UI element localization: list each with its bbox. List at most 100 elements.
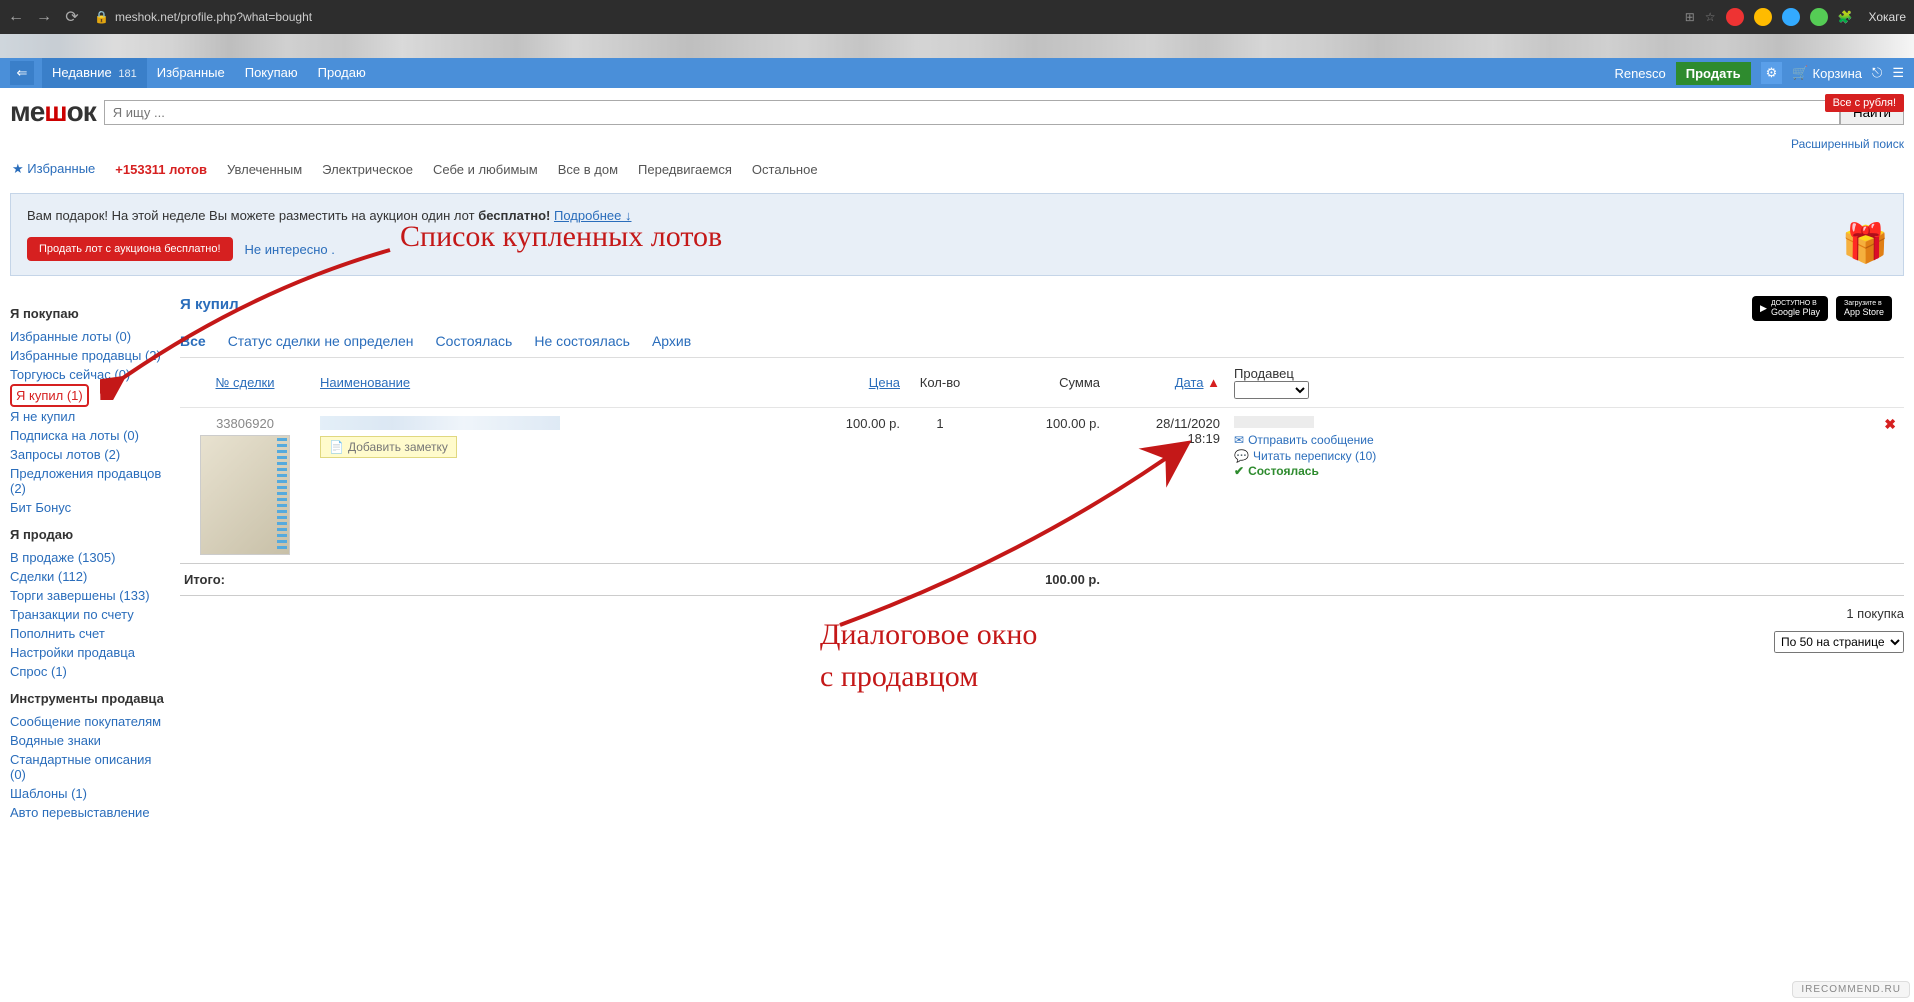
- sidebar-item-bidding[interactable]: Торгуюсь сейчас (0): [10, 365, 168, 384]
- ext-icon-2[interactable]: [1754, 8, 1772, 26]
- sidebar-sell-header: Я продаю: [10, 527, 168, 542]
- sidebar-item-not-bought[interactable]: Я не купил: [10, 407, 168, 426]
- seller-filter[interactable]: [1234, 381, 1309, 399]
- deal-number: 33806920: [216, 416, 274, 431]
- sidebar-item-msg-buyers[interactable]: Сообщение покупателям: [10, 712, 168, 731]
- lock-icon: 🔒: [94, 10, 109, 24]
- sidebar-item-bonus[interactable]: Бит Бонус: [10, 498, 168, 517]
- url-text: meshok.net/profile.php?what=bought: [115, 10, 312, 24]
- ext-icon-4[interactable]: [1810, 8, 1828, 26]
- sidebar-item-ended[interactable]: Торги завершены (133): [10, 586, 168, 605]
- logout-icon[interactable]: ⎋: [1872, 65, 1882, 81]
- forward-icon[interactable]: →: [36, 9, 52, 25]
- tab-buying[interactable]: Покупаю: [235, 58, 308, 88]
- cat-link[interactable]: Передвигаемся: [638, 162, 732, 177]
- sidebar-item-fav-sellers[interactable]: Избранные продавцы (2): [10, 346, 168, 365]
- topbar-back[interactable]: ⇐: [10, 61, 34, 85]
- sidebar-item-onsale[interactable]: В продаже (1305): [10, 548, 168, 567]
- fav-star[interactable]: ★ Избранные: [12, 161, 95, 177]
- qr-icon[interactable]: ⊞: [1685, 10, 1695, 24]
- sidebar-item-transactions[interactable]: Транзакции по счету: [10, 605, 168, 624]
- col-sum: Сумма: [1059, 375, 1100, 390]
- cat-link[interactable]: Увлеченным: [227, 162, 302, 177]
- cat-link[interactable]: Электрическое: [322, 162, 413, 177]
- col-date[interactable]: Дата: [1175, 375, 1204, 390]
- lot-count: +153311 лотов: [115, 162, 207, 177]
- tab-undefined[interactable]: Статус сделки не определен: [228, 333, 414, 349]
- cat-link[interactable]: Остальное: [752, 162, 818, 177]
- cell-price: 100.00 р.: [790, 416, 900, 555]
- puzzle-icon[interactable]: 🧩: [1838, 10, 1853, 24]
- sidebar-item-seller-settings[interactable]: Настройки продавца: [10, 643, 168, 662]
- tab-failed[interactable]: Не состоялась: [534, 333, 630, 349]
- add-note-button[interactable]: 📄 Добавить заметку: [320, 436, 457, 458]
- tab-archive[interactable]: Архив: [652, 333, 691, 349]
- sidebar-item-bought[interactable]: Я купил (1): [10, 384, 89, 407]
- col-seller: Продавец: [1234, 366, 1294, 381]
- ext-icon-1[interactable]: [1726, 8, 1744, 26]
- app-store-badge[interactable]: Загрузите вApp Store: [1836, 296, 1892, 321]
- search-input[interactable]: [104, 100, 1840, 125]
- tab-selling[interactable]: Продаю: [308, 58, 376, 88]
- ext-icon-3[interactable]: [1782, 8, 1800, 26]
- ruble-promo[interactable]: Все с рубля!: [1825, 94, 1904, 112]
- sidebar-item-subscribe[interactable]: Подписка на лоты (0): [10, 426, 168, 445]
- tab-favorites[interactable]: Избранные: [147, 58, 235, 88]
- col-name[interactable]: Наименование: [320, 375, 410, 390]
- sidebar-item-autorelist[interactable]: Авто перевыставление: [10, 803, 168, 822]
- lot-title-blurred: [320, 416, 560, 430]
- advanced-search-link[interactable]: Расширенный поиск: [1791, 137, 1904, 151]
- category-bar: ★ Избранные +153311 лотов Увлеченным Эле…: [0, 155, 1914, 183]
- sidebar-item-std-desc[interactable]: Стандартные описания (0): [10, 750, 168, 784]
- table-row: 33806920 📄 Добавить заметку 100.00 р. 1 …: [180, 407, 1904, 563]
- tab-recent[interactable]: Недавние 181: [42, 58, 147, 88]
- pagination-footer: 1 покупка: [180, 596, 1904, 631]
- back-icon[interactable]: ←: [8, 9, 24, 25]
- topbar-username[interactable]: Renesco: [1614, 66, 1665, 81]
- google-play-badge[interactable]: ▶ ДОСТУПНО ВGoogle Play: [1752, 296, 1828, 321]
- content: Я купил ▶ ДОСТУПНО ВGoogle Play Загрузит…: [180, 296, 1904, 822]
- cell-qty: 1: [900, 416, 980, 555]
- sidebar-item-watermark[interactable]: Водяные знаки: [10, 731, 168, 750]
- sidebar-item-demand[interactable]: Спрос (1): [10, 662, 168, 681]
- cat-link[interactable]: Все в дом: [558, 162, 618, 177]
- col-deal-num[interactable]: № сделки: [216, 375, 275, 390]
- cat-link[interactable]: Себе и любимым: [433, 162, 538, 177]
- seller-name-blurred: [1234, 416, 1314, 428]
- site-topbar: ⇐ Недавние 181 Избранные Покупаю Продаю …: [0, 58, 1914, 88]
- sidebar-item-requests[interactable]: Запросы лотов (2): [10, 445, 168, 464]
- read-messages-link[interactable]: 💬 Читать переписку (10): [1234, 448, 1430, 464]
- watermark: IRECOMMEND.RU: [1792, 981, 1910, 998]
- send-message-link[interactable]: ✉ Отправить сообщение: [1234, 432, 1430, 448]
- basket-link[interactable]: 🛒Корзина: [1792, 65, 1862, 81]
- sidebar-item-topup[interactable]: Пополнить счет: [10, 624, 168, 643]
- promo-sell-button[interactable]: Продать лот с аукциона бесплатно!: [27, 237, 233, 261]
- logo[interactable]: мешок: [10, 96, 96, 128]
- tab-all[interactable]: Все: [180, 333, 206, 349]
- sidebar-item-templates[interactable]: Шаблоны (1): [10, 784, 168, 803]
- star-icon[interactable]: ☆: [1705, 10, 1716, 24]
- thumbnail-strip: [0, 34, 1914, 58]
- sidebar-item-offers[interactable]: Предложения продавцов (2): [10, 464, 168, 498]
- deal-tabs: Все Статус сделки не определен Состоялас…: [180, 325, 1904, 358]
- cell-date: 28/11/2020: [1156, 416, 1220, 431]
- sell-button[interactable]: Продать: [1676, 62, 1751, 85]
- col-qty: Кол-во: [920, 375, 960, 390]
- per-page-select[interactable]: По 50 на странице: [1774, 631, 1904, 653]
- tab-done[interactable]: Состоялась: [436, 333, 513, 349]
- gift-icon: 🎁: [1842, 222, 1889, 266]
- delete-icon[interactable]: ✖: [1884, 416, 1904, 555]
- browser-user[interactable]: Хокаге: [1868, 10, 1906, 24]
- purchases-count: 1 покупка: [1846, 606, 1904, 621]
- sidebar-item-fav-lots[interactable]: Избранные лоты (0): [10, 327, 168, 346]
- lot-thumbnail[interactable]: [200, 435, 290, 555]
- reload-icon[interactable]: ⟳: [64, 9, 80, 25]
- gear-icon[interactable]: ⚙: [1761, 62, 1783, 84]
- promo-dismiss[interactable]: Не интересно .: [245, 242, 335, 257]
- promo-more-link[interactable]: Подробнее ↓: [554, 208, 632, 223]
- promo-banner: Вам подарок! На этой неделе Вы можете ра…: [10, 193, 1904, 276]
- col-price[interactable]: Цена: [869, 375, 900, 390]
- page-title: Я купил: [180, 296, 1904, 313]
- menu-icon[interactable]: ☰: [1892, 65, 1904, 81]
- sidebar-item-deals[interactable]: Сделки (112): [10, 567, 168, 586]
